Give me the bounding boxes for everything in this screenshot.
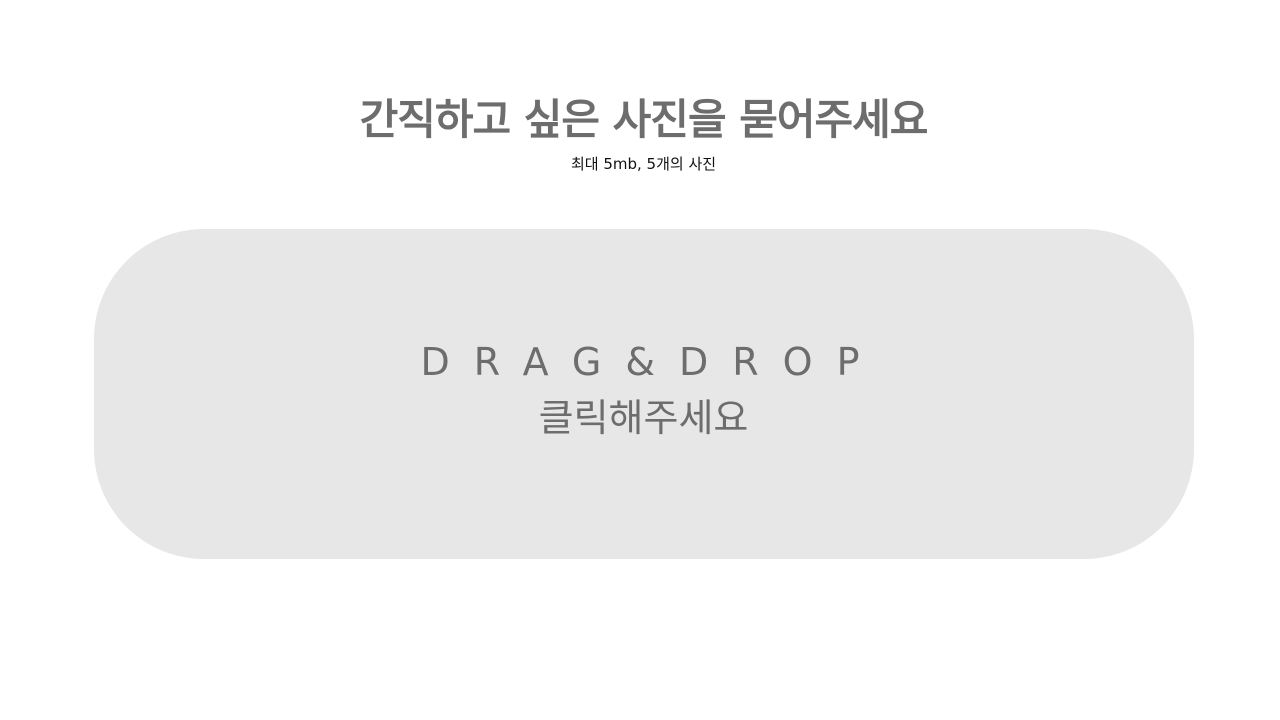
page-title: 간직하고 싶은 사진을 묻어주세요 <box>359 95 929 144</box>
click-prompt-label: 클릭해주세요 <box>538 396 749 440</box>
upload-limit-text: 최대 5mb, 5개의 사진 <box>570 155 717 173</box>
drag-drop-label: DRAG&DROP <box>420 340 884 384</box>
upload-page: 간직하고 싶은 사진을 묻어주세요 최대 5mb, 5개의 사진 DRAG&DR… <box>0 0 1280 720</box>
